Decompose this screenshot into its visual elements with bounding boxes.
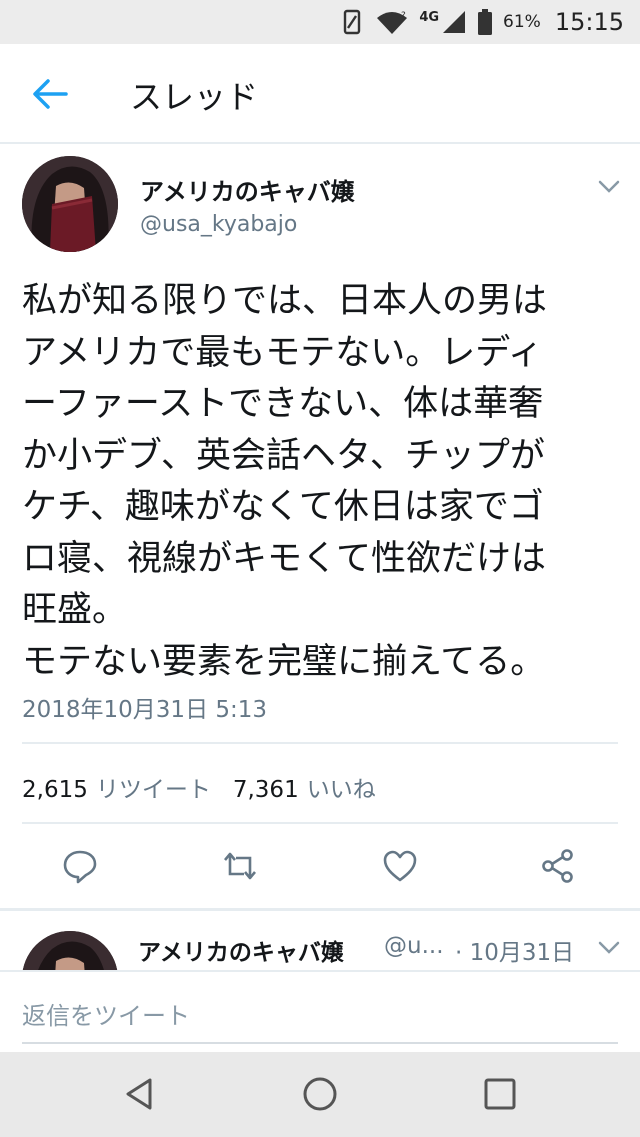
divider <box>22 742 618 744</box>
reply-compose-bar: 返信をツイート <box>0 970 640 1052</box>
user-name[interactable]: アメリカのキャバ嬢 <box>140 172 355 207</box>
wifi-icon: ? <box>377 11 408 34</box>
like-label[interactable]: いいね <box>307 777 376 803</box>
top-bar: スレッド <box>0 44 640 144</box>
divider <box>22 822 618 824</box>
status-bar: ? 4G 61% 15:15 <box>0 0 640 44</box>
tweet-timestamp: 2018年10月31日 5:13 <box>22 697 268 723</box>
reply-tweet[interactable]: アメリカのキャバ嬢 @u... · 10月31日 <box>0 911 640 971</box>
reply-user-handle[interactable]: @u... <box>384 933 444 959</box>
clock: 15:15 <box>554 8 624 36</box>
avatar-image <box>22 156 118 252</box>
user-handle[interactable]: @usa_kyabajo <box>140 212 297 237</box>
share-icon[interactable] <box>540 848 576 884</box>
chevron-down-icon[interactable] <box>598 941 620 955</box>
nav-back-icon[interactable] <box>120 1074 160 1114</box>
svg-text:?: ? <box>401 11 406 21</box>
signal-icon <box>443 11 466 33</box>
retweet-icon[interactable] <box>222 848 258 884</box>
vibrate-icon <box>344 9 361 35</box>
battery-icon <box>478 9 493 35</box>
avatar-image <box>22 931 118 971</box>
avatar[interactable] <box>22 156 118 252</box>
chevron-down-icon[interactable] <box>598 180 620 194</box>
page-title: スレッド <box>130 78 259 116</box>
tweet-text: 私が知る限りでは、日本人の男は アメリカで最もモテない。レディ ーファーストでき… <box>22 281 548 682</box>
network-type: 4G <box>419 9 440 25</box>
nav-home-icon[interactable] <box>300 1074 340 1114</box>
reply-date: · 10月31日 <box>455 940 575 966</box>
battery-percent: 61% <box>503 12 541 32</box>
retweet-count[interactable]: 2,615 <box>22 777 88 803</box>
reply-user-name[interactable]: アメリカのキャバ嬢 <box>138 933 344 967</box>
like-count[interactable]: 7,361 <box>233 777 299 803</box>
tweet-actions <box>0 848 640 898</box>
tweet-stats: 2,615 リツイート 7,361 いいね <box>22 770 376 804</box>
reply-icon[interactable] <box>62 848 98 884</box>
back-arrow-icon[interactable] <box>30 74 70 114</box>
nav-recents-icon[interactable] <box>480 1074 520 1114</box>
reply-input[interactable]: 返信をツイート <box>22 996 190 1031</box>
status-icons: ? 4G 61% 15:15 <box>339 6 624 38</box>
input-underline <box>22 1042 618 1044</box>
avatar[interactable] <box>22 931 118 971</box>
system-nav-bar <box>0 1052 640 1137</box>
retweet-label[interactable]: リツイート <box>96 777 211 803</box>
like-icon[interactable] <box>382 848 418 884</box>
